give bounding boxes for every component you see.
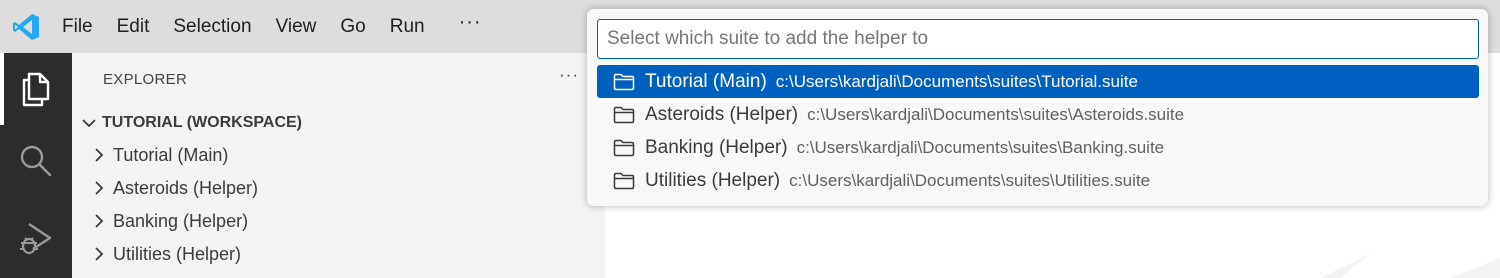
tree-item-label: Asteroids (Helper) xyxy=(113,177,259,198)
tree-item-banking[interactable]: Banking (Helper) xyxy=(92,207,248,235)
quick-pick-item-utilities[interactable]: Utilities (Helper) c:\Users\kardjali\Doc… xyxy=(597,164,1479,197)
search-activity-button[interactable] xyxy=(0,125,72,197)
tree-item-tutorial[interactable]: Tutorial (Main) xyxy=(92,141,228,169)
menu-selection[interactable]: Selection xyxy=(161,9,263,45)
menu-bar: File Edit Selection View Go Run ··· xyxy=(50,0,500,53)
explorer-sidebar: EXPLORER ··· TUTORIAL (WORKSPACE) Tutori… xyxy=(72,53,605,278)
quick-pick-item-banking[interactable]: Banking (Helper) c:\Users\kardjali\Docum… xyxy=(597,131,1479,164)
quick-pick-dialog: Tutorial (Main) c:\Users\kardjali\Docume… xyxy=(587,9,1488,206)
quick-pick-item-label: Utilities (Helper) xyxy=(645,169,781,191)
quick-pick-item-tutorial[interactable]: Tutorial (Main) c:\Users\kardjali\Docume… xyxy=(597,65,1479,98)
workspace-label: TUTORIAL (WORKSPACE) xyxy=(102,114,302,131)
search-icon xyxy=(20,145,52,177)
quick-pick-item-path: c:\Users\kardjali\Documents\suites\Aster… xyxy=(807,104,1185,124)
tree-item-label: Tutorial (Main) xyxy=(113,144,229,165)
quick-pick-item-asteroids[interactable]: Asteroids (Helper) c:\Users\kardjali\Doc… xyxy=(597,98,1479,131)
watermark-shape xyxy=(1320,254,1500,278)
quick-pick-item-path: c:\Users\kardjali\Documents\suites\Banki… xyxy=(796,137,1165,157)
sidebar-more-button[interactable]: ··· xyxy=(559,65,579,85)
menu-run[interactable]: Run xyxy=(378,9,437,45)
quick-pick-item-path: c:\Users\kardjali\Documents\suites\Tutor… xyxy=(775,71,1138,91)
folder-icon xyxy=(613,139,635,156)
chevron-right-icon xyxy=(95,214,104,228)
chevron-right-icon xyxy=(95,247,104,261)
chevron-right-icon xyxy=(95,181,104,195)
quick-pick-input[interactable] xyxy=(597,19,1479,59)
active-indicator xyxy=(0,53,4,125)
menu-file[interactable]: File xyxy=(50,9,105,45)
tree-item-utilities[interactable]: Utilities (Helper) xyxy=(92,240,241,268)
chevron-right-icon xyxy=(95,148,104,162)
menu-view[interactable]: View xyxy=(264,9,329,45)
tree-item-label: Utilities (Helper) xyxy=(113,243,242,264)
tree-item-label: Banking (Helper) xyxy=(113,210,249,231)
quick-pick-item-label: Banking (Helper) xyxy=(645,136,788,158)
folder-icon xyxy=(613,73,635,90)
menu-edit[interactable]: Edit xyxy=(105,9,162,45)
menu-go[interactable]: Go xyxy=(328,9,377,45)
explorer-activity-button[interactable] xyxy=(0,53,72,125)
activity-bar xyxy=(0,53,72,278)
run-debug-icon xyxy=(20,222,52,254)
workspace-header[interactable]: TUTORIAL (WORKSPACE) xyxy=(80,111,302,135)
files-icon xyxy=(22,72,50,107)
tree-item-asteroids[interactable]: Asteroids (Helper) xyxy=(92,174,258,202)
folder-icon xyxy=(613,172,635,189)
run-debug-activity-button[interactable] xyxy=(0,197,72,278)
quick-pick-item-label: Asteroids (Helper) xyxy=(645,103,799,125)
quick-pick-item-path: c:\Users\kardjali\Documents\suites\Utili… xyxy=(789,170,1151,190)
quick-pick-list: Tutorial (Main) c:\Users\kardjali\Docume… xyxy=(597,65,1479,197)
folder-icon xyxy=(613,106,635,123)
chevron-down-icon xyxy=(82,119,96,128)
sidebar-title: EXPLORER xyxy=(103,71,188,88)
vscode-logo-icon xyxy=(13,14,39,40)
menu-more-button[interactable]: ··· xyxy=(437,9,500,45)
quick-pick-item-label: Tutorial (Main) xyxy=(645,70,767,92)
